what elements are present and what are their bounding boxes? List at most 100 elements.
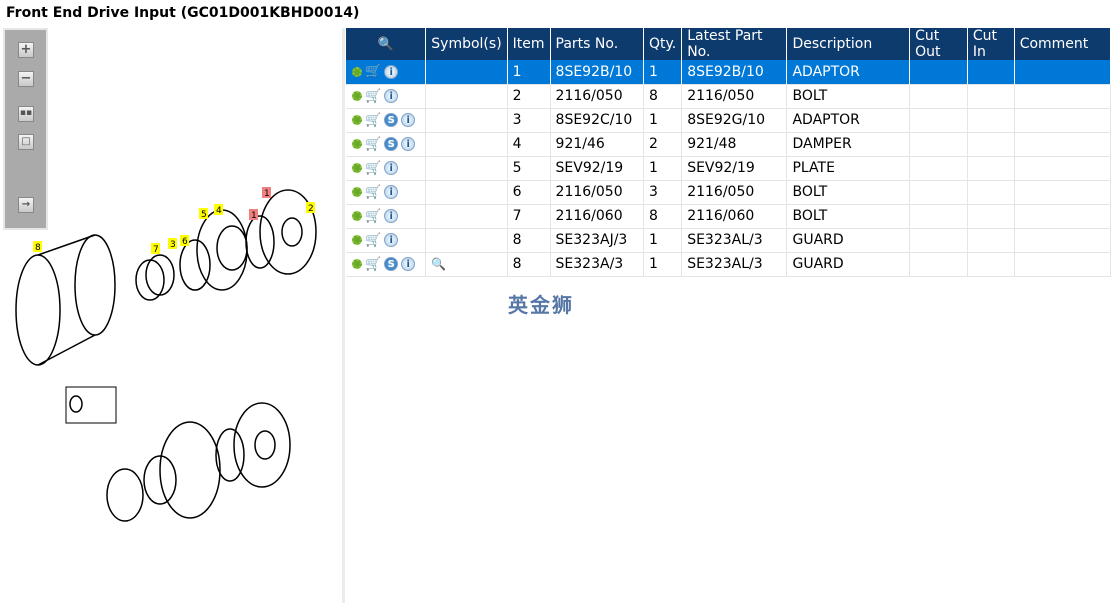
callout[interactable]: 1 <box>264 189 270 199</box>
cut-in-cell <box>967 252 1015 277</box>
column-header-cut-out[interactable]: Cut Out <box>909 28 968 60</box>
magnifier-symbol-icon[interactable]: 🔍 <box>431 257 446 271</box>
gear-icon[interactable] <box>352 211 362 221</box>
column-header-item[interactable]: Item <box>507 28 551 60</box>
latest-part-no-cell: 2116/050 <box>681 84 788 109</box>
supersession-icon[interactable]: S <box>384 113 399 127</box>
zoom-out-button[interactable]: − <box>18 71 34 87</box>
item-cell: 3 <box>507 108 551 133</box>
info-icon[interactable]: i <box>384 161 399 175</box>
column-header-parts-no[interactable]: Parts No. <box>550 28 644 60</box>
parts-diagram[interactable]: 1 1 2 3 4 5 6 7 8 <box>0 180 340 540</box>
table-row[interactable]: 🛒 Si 4 921/46 2 921/48 DAMPER <box>346 132 1111 157</box>
cut-out-cell <box>909 228 968 253</box>
row-actions: 🛒 i <box>346 204 427 229</box>
callout[interactable]: 4 <box>216 206 222 216</box>
row-actions: 🛒 Si <box>346 132 427 157</box>
table-row[interactable]: 🛒 i 1 8SE92B/10 1 8SE92B/10 ADAPTOR <box>346 60 1111 85</box>
cut-out-cell <box>909 132 968 157</box>
supersession-icon[interactable]: S <box>384 137 399 151</box>
cut-in-cell <box>967 108 1015 133</box>
supersession-icon[interactable]: S <box>384 257 399 271</box>
cart-icon[interactable]: 🛒 <box>365 64 381 79</box>
table-row[interactable]: 🛒 Si 3 8SE92C/10 1 8SE92G/10 ADAPTOR <box>346 108 1111 133</box>
info-icon[interactable]: i <box>384 209 399 223</box>
table-row[interactable]: 🛒 i 2 2116/050 8 2116/050 BOLT <box>346 84 1111 109</box>
table-row[interactable]: 🛒 i 7 2116/060 8 2116/060 BOLT <box>346 204 1111 229</box>
cart-icon[interactable]: 🛒 <box>365 257 381 272</box>
column-header-description[interactable]: Description <box>786 28 911 60</box>
column-header-latest-part-no[interactable]: Latest Part No. <box>681 28 788 60</box>
gear-icon[interactable] <box>352 139 362 149</box>
symbols-cell: 🔍 <box>425 252 508 277</box>
comment-cell <box>1014 204 1111 229</box>
callout[interactable]: 8 <box>35 243 41 253</box>
info-icon[interactable]: i <box>401 137 416 151</box>
callout[interactable]: 2 <box>308 204 314 214</box>
cut-in-cell <box>967 84 1015 109</box>
column-header-symbols[interactable]: Symbol(s) <box>425 28 508 60</box>
comment-cell <box>1014 156 1111 181</box>
row-actions: 🛒 Si <box>346 108 427 133</box>
qty-cell: 1 <box>643 252 683 277</box>
info-icon[interactable]: i <box>384 64 399 79</box>
zoom-in-button[interactable]: + <box>18 42 34 58</box>
cart-icon[interactable]: 🛒 <box>365 113 381 128</box>
table-row[interactable]: 🛒 i 6 2116/050 3 2116/050 BOLT <box>346 180 1111 205</box>
symbols-cell <box>425 108 508 133</box>
qty-cell: 8 <box>643 84 683 109</box>
comment-cell <box>1014 252 1111 277</box>
gear-icon[interactable] <box>352 91 362 101</box>
cart-icon[interactable]: 🛒 <box>365 233 381 248</box>
cut-in-cell <box>967 156 1015 181</box>
cart-icon[interactable]: 🛒 <box>365 161 381 176</box>
symbols-cell <box>425 228 508 253</box>
cart-icon[interactable]: 🛒 <box>365 89 381 104</box>
column-header-cut-in[interactable]: Cut In <box>967 28 1015 60</box>
callout[interactable]: 3 <box>170 240 176 250</box>
table-row[interactable]: 🛒 Si 🔍 8 SE323A/3 1 SE323AL/3 GUARD <box>346 252 1111 277</box>
description-cell: ADAPTOR <box>786 60 911 85</box>
info-icon[interactable]: i <box>401 257 416 271</box>
column-header-comment[interactable]: Comment <box>1014 28 1111 60</box>
info-icon[interactable]: i <box>384 185 399 199</box>
gear-icon[interactable] <box>352 187 362 197</box>
fit-all-button[interactable]: ▪▪ <box>18 106 34 122</box>
table-row[interactable]: 🛒 i 5 SEV92/19 1 SEV92/19 PLATE <box>346 156 1111 181</box>
cut-out-cell <box>909 204 968 229</box>
callout[interactable]: 5 <box>201 210 207 220</box>
comment-cell <box>1014 132 1111 157</box>
fit-window-button[interactable]: □ <box>18 134 34 150</box>
info-icon[interactable]: i <box>401 113 416 127</box>
table-row[interactable]: 🛒 i 8 SE323AJ/3 1 SE323AL/3 GUARD <box>346 228 1111 253</box>
latest-part-no-cell: 921/48 <box>681 132 788 157</box>
parts-no-cell: SEV92/19 <box>550 156 644 181</box>
cart-icon[interactable]: 🛒 <box>365 137 381 152</box>
gear-icon[interactable] <box>352 259 362 269</box>
parts-no-cell: 2116/060 <box>550 204 644 229</box>
callout[interactable]: 7 <box>153 245 159 255</box>
info-icon[interactable]: i <box>384 89 399 103</box>
gear-icon[interactable] <box>352 163 362 173</box>
comment-cell <box>1014 180 1111 205</box>
find-icon: 🔍 <box>377 37 394 52</box>
cut-in-cell <box>967 60 1015 85</box>
gear-icon[interactable] <box>352 115 362 125</box>
item-cell: 6 <box>507 180 551 205</box>
row-actions: 🛒 i <box>346 228 427 253</box>
comment-cell <box>1014 84 1111 109</box>
panel-splitter[interactable] <box>342 28 345 603</box>
parts-table: 🔍 Symbol(s) Item Parts No. Qty. Latest P… <box>346 28 1111 277</box>
callout[interactable]: 1 <box>251 211 257 221</box>
item-cell: 7 <box>507 204 551 229</box>
callout[interactable]: 6 <box>182 237 188 247</box>
cart-icon[interactable]: 🛒 <box>365 209 381 224</box>
column-header-find[interactable]: 🔍 <box>346 28 427 60</box>
item-cell: 8 <box>507 252 551 277</box>
info-icon[interactable]: i <box>384 233 399 247</box>
gear-icon[interactable] <box>352 66 362 77</box>
cart-icon[interactable]: 🛒 <box>365 185 381 200</box>
gear-icon[interactable] <box>352 235 362 245</box>
column-header-qty[interactable]: Qty. <box>643 28 683 60</box>
description-cell: GUARD <box>786 228 911 253</box>
